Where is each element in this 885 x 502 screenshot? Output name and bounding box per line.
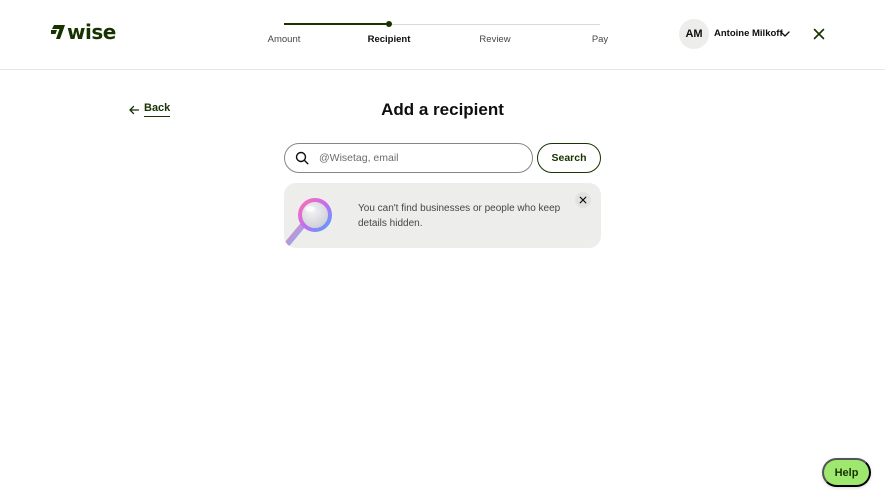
user-name[interactable]: Antoine Milkoff — [714, 28, 783, 39]
close-icon — [579, 196, 587, 204]
logo-wordmark: wise — [67, 20, 116, 44]
recipient-search-field[interactable] — [284, 143, 533, 173]
step-review: Review — [479, 34, 511, 45]
search-button[interactable]: Search — [537, 143, 601, 173]
help-button[interactable]: Help — [822, 458, 871, 487]
stepper-progress — [284, 23, 389, 25]
wise-flag-icon — [51, 25, 65, 39]
step-amount[interactable]: Amount — [268, 34, 301, 45]
search-input[interactable] — [319, 152, 519, 164]
chevron-down-icon[interactable] — [779, 29, 791, 39]
step-recipient: Recipient — [367, 34, 411, 45]
info-banner: You can't find businesses or people who … — [284, 183, 601, 248]
magnifying-glass-illustration — [285, 198, 332, 246]
wise-logo[interactable]: wise — [51, 22, 116, 42]
progress-stepper: Amount Recipient Review Pay — [265, 18, 615, 48]
close-icon[interactable] — [811, 26, 827, 42]
stepper-current-dot — [386, 21, 392, 27]
user-avatar[interactable]: AM — [679, 19, 709, 49]
page-title: Add a recipient — [381, 100, 504, 119]
search-icon — [295, 151, 309, 165]
step-pay: Pay — [591, 34, 609, 45]
top-header: wise Amount Recipient Review Pay AM Anto… — [0, 0, 885, 70]
info-message: You can't find businesses or people who … — [358, 203, 561, 229]
dismiss-info-button[interactable] — [575, 192, 591, 208]
